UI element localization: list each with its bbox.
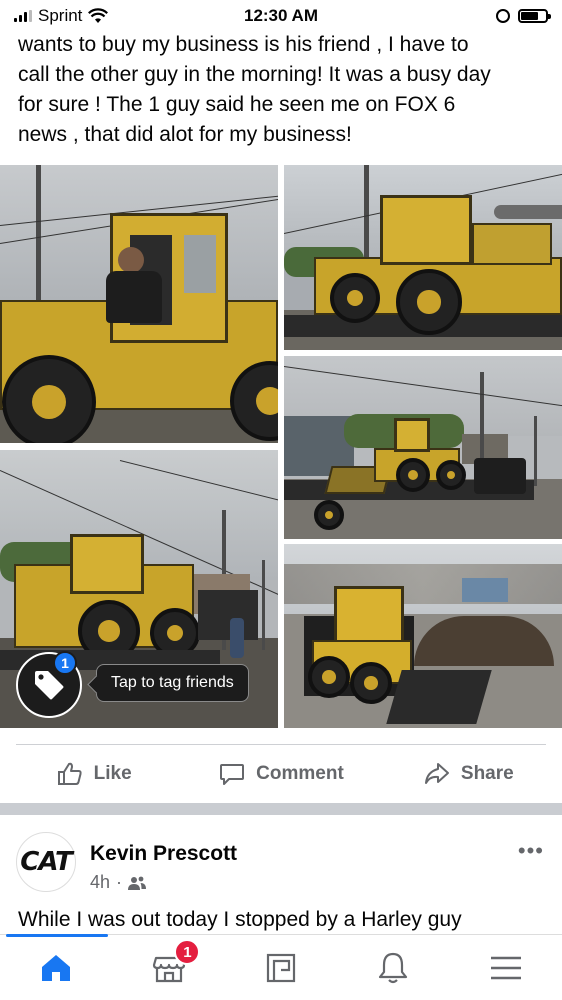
- share-label: Share: [460, 763, 514, 784]
- avatar[interactable]: CAT: [16, 832, 76, 892]
- like-button[interactable]: Like: [0, 760, 187, 788]
- comment-icon: [220, 764, 245, 785]
- pages-icon: [266, 953, 296, 982]
- post-photo-2[interactable]: [284, 165, 562, 350]
- tag-friends-tooltip: Tap to tag friends: [96, 664, 249, 702]
- comment-label: Comment: [256, 763, 344, 784]
- post-text-line: for sure ! The 1 guy said he seen me on …: [18, 93, 456, 116]
- post-text: wants to buy my business is his friend ,…: [18, 30, 548, 150]
- post-author-name[interactable]: Kevin Prescott: [90, 842, 237, 866]
- more-options-icon[interactable]: •••: [518, 838, 544, 864]
- post-text-line: wants to buy my business is his friend ,…: [18, 33, 469, 56]
- cat-logo: CAT: [20, 847, 72, 877]
- signal-strength-icon: [14, 10, 32, 22]
- post-photo-1[interactable]: [0, 165, 278, 443]
- clock: 12:30 AM: [243, 6, 318, 25]
- battery-icon: [518, 9, 551, 23]
- nav-pages[interactable]: [225, 935, 337, 1000]
- comment-button[interactable]: Comment: [187, 760, 374, 788]
- orientation-lock-icon: [496, 9, 510, 23]
- post-photo-3[interactable]: [284, 356, 562, 539]
- like-label: Like: [93, 763, 132, 784]
- bottom-nav: 1: [0, 934, 562, 1000]
- post-text[interactable]: While I was out today I stopped by a Har…: [18, 908, 462, 932]
- post-meta: 4h ·: [90, 872, 147, 893]
- nav-marketplace[interactable]: 1: [112, 935, 224, 1000]
- marketplace-badge: 1: [174, 939, 201, 965]
- bell-icon: [379, 952, 408, 983]
- post-photo-5[interactable]: [284, 544, 562, 728]
- wifi-icon: [88, 8, 109, 23]
- post-text-line: call the other guy in the morning! It wa…: [18, 63, 491, 86]
- home-icon: [42, 954, 71, 981]
- nav-menu[interactable]: [450, 935, 562, 1000]
- share-button[interactable]: Share: [375, 760, 562, 788]
- feed-separator: [0, 803, 562, 815]
- post-text-line: news , that did alot for my business!: [18, 123, 352, 146]
- nav-notifications[interactable]: [337, 935, 449, 1000]
- divider: [16, 744, 546, 745]
- carrier-name: Sprint: [38, 6, 83, 25]
- nav-home[interactable]: [0, 935, 112, 1000]
- post-actions: Like Comment Share: [0, 746, 562, 802]
- share-icon: [424, 763, 449, 784]
- friends-icon: [128, 876, 147, 890]
- menu-icon: [490, 956, 521, 979]
- thumbs-up-icon: [57, 762, 82, 785]
- post-time[interactable]: 4h: [90, 872, 110, 893]
- tag-count-badge: 1: [53, 651, 77, 675]
- status-bar: Sprint 12:30 AM: [0, 0, 562, 32]
- meta-separator: ·: [116, 872, 123, 892]
